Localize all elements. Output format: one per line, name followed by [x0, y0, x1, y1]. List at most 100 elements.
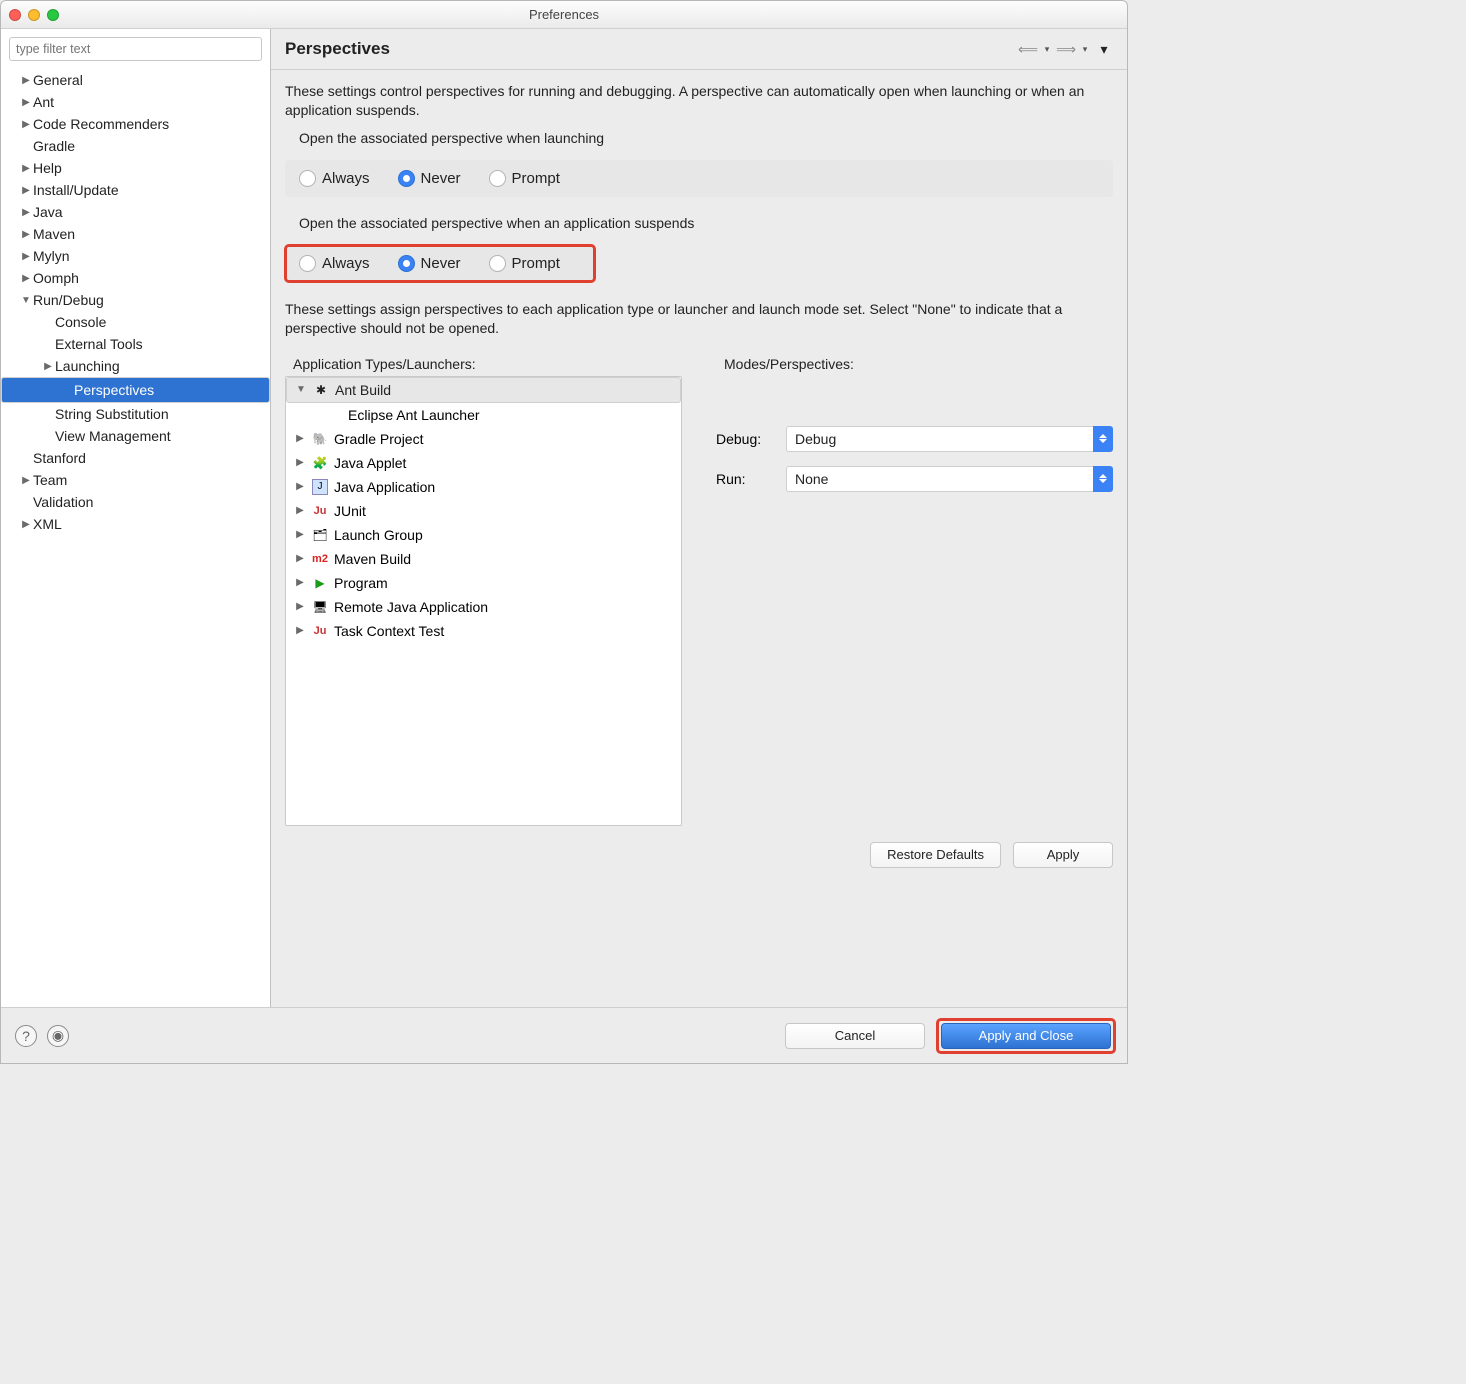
launch-radio-group: Always Never Prompt: [285, 160, 1113, 197]
back-icon[interactable]: ⟸: [1019, 42, 1037, 56]
restore-defaults-button[interactable]: Restore Defaults: [870, 842, 1001, 868]
tree-item[interactable]: String Substitution: [1, 403, 270, 425]
disclosure-icon: ▶: [41, 361, 55, 372]
launch-group-label: Open the associated perspective when lau…: [299, 130, 1113, 146]
launch-prompt-radio[interactable]: Prompt: [489, 170, 560, 187]
tree-item-label: Java: [33, 204, 63, 220]
zoom-window-icon[interactable]: [47, 9, 59, 21]
launcher-item[interactable]: ▶▶Program: [286, 571, 681, 595]
help-icon[interactable]: ?: [15, 1025, 37, 1047]
launcher-item[interactable]: ▼✱Ant Build: [286, 377, 681, 403]
tree-item[interactable]: ▶Java: [1, 201, 270, 223]
remote-icon: 🖥: [312, 599, 328, 615]
dialog-footer: ? ◉ Cancel Apply and Close: [1, 1007, 1127, 1063]
tree-item[interactable]: ▶XML: [1, 513, 270, 535]
disclosure-icon: ▶: [19, 207, 33, 218]
tree-item[interactable]: ▶General: [1, 69, 270, 91]
launcher-item[interactable]: ▶JuTask Context Test: [286, 619, 681, 643]
tree-item[interactable]: ▼Run/Debug: [1, 289, 270, 311]
launcher-item[interactable]: ▶ 🧩 Java Applet: [286, 451, 681, 475]
preferences-tree[interactable]: ▶General▶Ant▶Code RecommendersGradle▶Hel…: [1, 69, 270, 1007]
sidebar: ▶General▶Ant▶Code RecommendersGradle▶Hel…: [1, 29, 271, 1007]
tree-item[interactable]: Gradle: [1, 135, 270, 157]
tree-item-label: String Substitution: [55, 406, 169, 422]
tree-item[interactable]: ▶Code Recommenders: [1, 113, 270, 135]
disclosure-icon: ▶: [19, 273, 33, 284]
tree-item[interactable]: ▶Oomph: [1, 267, 270, 289]
tree-item[interactable]: Console: [1, 311, 270, 333]
preferences-window: Preferences ▶General▶Ant▶Code Recommende…: [0, 0, 1128, 1064]
apply-and-close-button[interactable]: Apply and Close: [941, 1023, 1111, 1049]
launcher-label: Maven Build: [334, 551, 411, 567]
suspend-never-radio[interactable]: Never: [398, 255, 461, 272]
tree-item[interactable]: ▶Install/Update: [1, 179, 270, 201]
launcher-item[interactable]: ▶🗂Launch Group: [286, 523, 681, 547]
disclosure-icon: ▶: [294, 457, 306, 468]
launcher-item[interactable]: ▶m2Maven Build: [286, 547, 681, 571]
tree-item[interactable]: Validation: [1, 491, 270, 513]
filter-input[interactable]: [9, 37, 262, 61]
radio-label: Always: [322, 255, 370, 272]
back-menu-icon[interactable]: ▾: [1043, 42, 1051, 56]
tree-item[interactable]: ▶Maven: [1, 223, 270, 245]
launcher-label: Gradle Project: [334, 431, 423, 447]
forward-menu-icon[interactable]: ▾: [1081, 42, 1089, 56]
view-menu-icon[interactable]: ▾: [1095, 42, 1113, 56]
tree-item[interactable]: ▶Ant: [1, 91, 270, 113]
applet-icon: 🧩: [312, 455, 328, 471]
import-export-icon[interactable]: ◉: [47, 1025, 69, 1047]
apply-button[interactable]: Apply: [1013, 842, 1113, 868]
cancel-button[interactable]: Cancel: [785, 1023, 925, 1049]
run-perspective-select[interactable]: [786, 466, 1113, 492]
suspend-always-radio[interactable]: Always: [299, 255, 370, 272]
tree-item-label: Mylyn: [33, 248, 70, 264]
tree-item[interactable]: ▶Launching: [1, 355, 270, 377]
modes-label: Modes/Perspectives:: [724, 356, 1113, 372]
forward-icon[interactable]: ⟹: [1057, 42, 1075, 56]
tree-item[interactable]: Stanford: [1, 447, 270, 469]
disclosure-icon: ▶: [19, 163, 33, 174]
disclosure-icon: ▼: [19, 295, 33, 306]
tree-item-label: Install/Update: [33, 182, 119, 198]
tree-item-label: View Management: [55, 428, 171, 444]
disclosure-icon: ▶: [294, 577, 306, 588]
run-field-label: Run:: [716, 471, 776, 487]
tree-item[interactable]: ▶Help: [1, 157, 270, 179]
launch-always-radio[interactable]: Always: [299, 170, 370, 187]
launch-never-radio[interactable]: Never: [398, 170, 461, 187]
launcher-item[interactable]: ▶JuJUnit: [286, 499, 681, 523]
group-icon: 🗂: [312, 527, 328, 543]
launcher-item[interactable]: ▶🐘Gradle Project: [286, 427, 681, 451]
tree-item[interactable]: View Management: [1, 425, 270, 447]
launchers-label: Application Types/Launchers:: [293, 356, 682, 372]
launcher-label: Java Applet: [334, 455, 406, 471]
tree-item[interactable]: ▶Team: [1, 469, 270, 491]
launcher-label: Program: [334, 575, 388, 591]
tree-item-label: Code Recommenders: [33, 116, 169, 132]
launcher-item[interactable]: ▶JJava Application: [286, 475, 681, 499]
main-panel: Perspectives ⟸ ▾ ⟹ ▾ ▾ These settings co…: [271, 29, 1127, 1007]
close-window-icon[interactable]: [9, 9, 21, 21]
apply-close-highlight: Apply and Close: [939, 1021, 1113, 1051]
tree-item[interactable]: ▶Mylyn: [1, 245, 270, 267]
disclosure-icon: ▶: [294, 505, 306, 516]
minimize-window-icon[interactable]: [28, 9, 40, 21]
radio-icon: [489, 170, 506, 187]
tree-item[interactable]: Perspectives: [1, 377, 270, 403]
tree-item-label: Maven: [33, 226, 75, 242]
suspend-prompt-radio[interactable]: Prompt: [489, 255, 560, 272]
tree-item-label: Gradle: [33, 138, 75, 154]
launcher-item[interactable]: Eclipse Ant Launcher: [286, 403, 681, 427]
disclosure-icon: ▶: [19, 75, 33, 86]
window-controls: [9, 9, 59, 21]
tree-item-label: External Tools: [55, 336, 143, 352]
launchers-list[interactable]: ▼✱Ant Build Eclipse Ant Launcher ▶🐘Gradle …: [285, 376, 682, 826]
debug-perspective-select[interactable]: [786, 426, 1113, 452]
radio-icon: [398, 255, 415, 272]
titlebar: Preferences: [1, 1, 1127, 29]
disclosure-icon: ▶: [19, 229, 33, 240]
launcher-item[interactable]: ▶🖥Remote Java Application: [286, 595, 681, 619]
tree-item[interactable]: External Tools: [1, 333, 270, 355]
ant-icon: ✱: [313, 382, 329, 398]
launcher-label: Eclipse Ant Launcher: [348, 407, 480, 423]
